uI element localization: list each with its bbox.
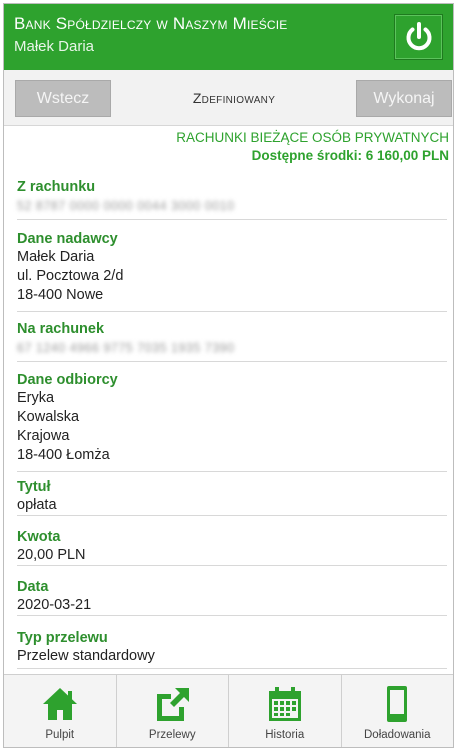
transfer-type-field: Typ przelewu Przelew standardowy — [17, 629, 447, 669]
back-button[interactable]: Wstecz — [15, 80, 111, 117]
app-window: Bank Spółdzielczy w Naszym Mieście Małek… — [3, 3, 454, 748]
recipient-line: Eryka — [17, 390, 55, 406]
nav-item-przelewy[interactable]: Przelewy — [117, 675, 229, 747]
date-label: Data — [17, 579, 49, 595]
execute-button[interactable]: Wykonaj — [356, 80, 452, 117]
user-name: Małek Daria — [14, 38, 95, 55]
recipient-line: Kowalska — [17, 409, 80, 425]
title-value: opłata — [17, 497, 57, 513]
transfer-type-label: Typ przelewu — [17, 630, 108, 646]
page-title: Zdefiniowany — [192, 90, 276, 106]
nav-label: Doładowania — [364, 729, 431, 741]
amount-label: Kwota — [17, 529, 61, 545]
nav-label: Przelewy — [148, 729, 196, 741]
power-icon — [406, 22, 431, 51]
title-field: Tytuł opłata — [17, 478, 447, 516]
sender-line: 18-400 Nowe — [17, 287, 104, 303]
date-field: Data 2020-03-21 — [17, 578, 447, 616]
bank-name: Bank Spółdzielczy w Naszym Mieście — [14, 14, 288, 33]
recipient-field: Dane odbiorcy Eryka Kowalska Krajowa 18-… — [17, 371, 447, 472]
account-type: RACHUNKI BIEŻĄCE OSÓB PRYWATNYCH — [176, 130, 449, 145]
to-account-field: Na rachunek 67 1240 4966 9775 7035 1935 … — [17, 320, 447, 362]
nav-item-doladowania[interactable]: Doładowania — [342, 675, 454, 747]
logout-button[interactable] — [394, 14, 443, 60]
to-account-label: Na rachunek — [17, 321, 105, 337]
transfer-type-value: Przelew standardowy — [17, 648, 155, 664]
from-account-value: 52 8787 0000 0000 0044 3000 0010 — [17, 199, 235, 213]
to-account-value: 67 1240 4966 9775 7035 1935 7390 — [17, 341, 235, 355]
nav-label: Historia — [265, 729, 305, 741]
from-account-field: Z rachunku 52 8787 0000 0000 0044 3000 0… — [17, 178, 447, 220]
from-account-label: Z rachunku — [17, 179, 96, 195]
nav-item-pulpit[interactable]: Pulpit — [4, 675, 117, 747]
sender-field: Dane nadawcy Małek Daria ul. Pocztowa 2/… — [17, 230, 447, 312]
sender-line: Małek Daria — [17, 249, 95, 265]
home-icon — [41, 685, 79, 723]
app-header: Bank Spółdzielczy w Naszym Mieście Małek… — [4, 4, 453, 70]
date-value: 2020-03-21 — [17, 597, 92, 613]
amount-field: Kwota 20,00 PLN — [17, 528, 447, 566]
amount-value: 20,00 PLN — [17, 547, 86, 563]
available-funds: Dostępne środki: 6 160,00 PLN — [251, 148, 449, 163]
recipient-line: Krajowa — [17, 428, 70, 444]
phone-icon — [378, 685, 416, 723]
calendar-icon — [266, 685, 304, 723]
nav-item-historia[interactable]: Historia — [229, 675, 342, 747]
recipient-line: 18-400 Łomża — [17, 447, 110, 463]
nav-label: Pulpit — [45, 729, 75, 741]
bottom-nav: Pulpit Przelewy Historia Doładowania — [4, 674, 454, 747]
title-label: Tytuł — [17, 479, 51, 495]
toolbar: Wstecz Zdefiniowany Wykonaj — [4, 70, 453, 126]
sender-line: ul. Pocztowa 2/d — [17, 268, 124, 284]
sender-label: Dane nadawcy — [17, 231, 118, 247]
external-link-icon — [153, 685, 191, 723]
recipient-label: Dane odbiorcy — [17, 372, 118, 388]
